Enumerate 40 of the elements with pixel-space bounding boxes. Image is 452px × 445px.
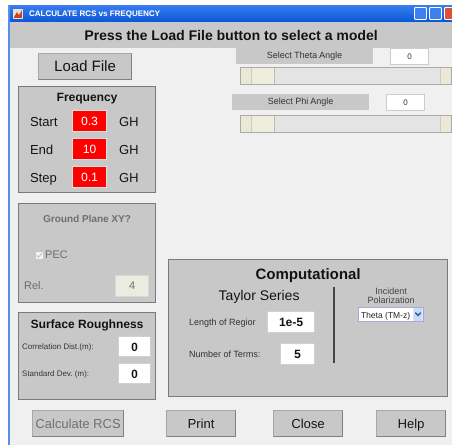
checkbox-label: PEC — [45, 249, 68, 261]
field-label: Start — [29, 114, 58, 128]
input-field[interactable]: 0 — [390, 48, 429, 65]
unit-label: GH — [119, 114, 138, 128]
input-field[interactable]: 5 — [280, 343, 315, 365]
app-icon — [13, 8, 23, 18]
unit-label: GH — [119, 142, 138, 156]
panel-title: Surface Roughness — [30, 317, 144, 331]
section-title: Taylor Series — [218, 287, 300, 303]
input-field[interactable]: 0 — [118, 336, 151, 357]
polarization-dropdown[interactable]: Theta (TM-z) — [358, 307, 424, 322]
window-title: CALCULATE RCS vs FREQUENCY — [29, 9, 160, 18]
close-button[interactable] — [444, 7, 452, 20]
slider-label: Select Theta Angle — [236, 48, 373, 64]
unit-label: GH — [119, 170, 138, 184]
action-button[interactable]: Help — [376, 410, 446, 437]
instruction-text: Press the Load File button to select a model — [84, 27, 378, 43]
action-button[interactable]: Print — [166, 410, 236, 437]
slider-label: Select Phi Angle — [232, 94, 369, 110]
input-field[interactable]: 0 — [118, 363, 151, 384]
field-label: Length of Regior — [189, 317, 257, 327]
maximize-button[interactable] — [429, 7, 442, 20]
dropdown-label: Incident Polarization — [366, 287, 416, 305]
field-label: Number of Terms: — [189, 349, 262, 359]
field-label: Step — [29, 170, 58, 184]
panel-title: Ground Plane XY? — [42, 214, 132, 225]
panel-title: Frequency — [56, 90, 118, 104]
load-file-button[interactable]: Load File — [38, 53, 132, 80]
input-field[interactable]: 0 — [386, 94, 425, 111]
field-label: Rel. — [24, 280, 44, 292]
input-field[interactable]: 10 — [72, 138, 107, 160]
action-button[interactable]: Close — [273, 410, 343, 437]
field-label: Standard Dev. (m): — [22, 369, 89, 378]
input-field[interactable]: 1e-5 — [267, 311, 315, 333]
field-label: End — [29, 142, 54, 156]
input-field[interactable]: 0.1 — [72, 166, 107, 188]
field-label: Correlation Dist.(m): — [22, 342, 94, 351]
input-field[interactable]: 0.3 — [72, 110, 107, 132]
minimize-button[interactable] — [414, 7, 427, 20]
panel-title: Computational — [254, 266, 362, 283]
